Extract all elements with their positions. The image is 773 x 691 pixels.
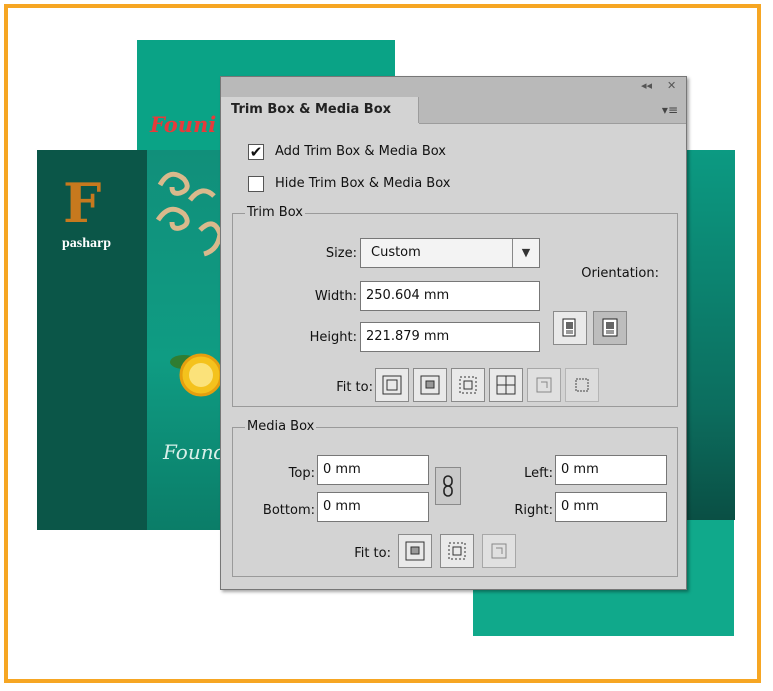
landscape-icon bbox=[602, 318, 618, 337]
orientation-label: Orientation: bbox=[581, 266, 659, 281]
fit-shape-icon bbox=[491, 543, 507, 559]
fit-shape-icon bbox=[536, 377, 552, 393]
panel-titlebar[interactable]: ◂◂ ✕ bbox=[221, 77, 686, 97]
link-values-button[interactable] bbox=[435, 467, 461, 505]
right-label: Right: bbox=[514, 503, 553, 518]
left-label: Left: bbox=[524, 466, 553, 481]
fit-to-crop-button[interactable] bbox=[565, 368, 599, 402]
trim-fit-to-label: Fit to: bbox=[336, 380, 373, 395]
trim-box-legend: Trim Box bbox=[245, 205, 305, 220]
width-input[interactable]: 250.604 mm bbox=[360, 281, 540, 311]
fit-selection-icon bbox=[459, 376, 477, 394]
fit-to-bleed-button[interactable] bbox=[489, 368, 523, 402]
width-label: Width: bbox=[314, 289, 357, 304]
media-fit-to-shape-button[interactable] bbox=[482, 534, 516, 568]
portrait-icon bbox=[562, 318, 576, 337]
add-trim-media-box-label: Add Trim Box & Media Box bbox=[275, 144, 446, 159]
height-label: Height: bbox=[309, 330, 357, 345]
left-input[interactable]: 0 mm bbox=[555, 455, 667, 485]
brand-logo-letter: F bbox=[63, 171, 102, 235]
fit-selection-icon bbox=[448, 542, 466, 560]
fit-artwork-icon bbox=[405, 541, 425, 561]
script-text-middle: Found bbox=[163, 440, 227, 464]
media-fit-to-label: Fit to: bbox=[354, 546, 391, 561]
top-input[interactable]: 0 mm bbox=[317, 455, 429, 485]
close-icon[interactable]: ✕ bbox=[667, 79, 676, 92]
media-fit-to-artwork-button[interactable] bbox=[398, 534, 432, 568]
bottom-label: Bottom: bbox=[262, 503, 315, 518]
size-select[interactable]: Custom ▼ bbox=[360, 238, 540, 268]
fit-page-icon bbox=[382, 375, 402, 395]
right-input[interactable]: 0 mm bbox=[555, 492, 667, 522]
add-trim-media-box-checkbox[interactable]: ✔ bbox=[248, 144, 264, 160]
panel-menu-icon[interactable]: ▾≡ bbox=[662, 103, 678, 117]
fit-to-shape-button[interactable] bbox=[527, 368, 561, 402]
tab-strip bbox=[419, 97, 686, 124]
media-fit-to-selection-button[interactable] bbox=[440, 534, 474, 568]
portrait-orientation-button[interactable] bbox=[553, 311, 587, 345]
crop-icon bbox=[575, 378, 589, 392]
trim-media-box-panel: ◂◂ ✕ Trim Box & Media Box ▾≡ ✔ Add Trim … bbox=[220, 76, 687, 590]
size-label: Size: bbox=[325, 246, 357, 261]
lemon-illustration bbox=[170, 353, 223, 397]
fit-to-artwork-button[interactable] bbox=[413, 368, 447, 402]
artwork-right-panel bbox=[680, 150, 735, 520]
landscape-orientation-button[interactable] bbox=[593, 311, 627, 345]
height-input[interactable]: 221.879 mm bbox=[360, 322, 540, 352]
fit-to-selection-button[interactable] bbox=[451, 368, 485, 402]
fit-artwork-icon bbox=[420, 375, 440, 395]
swirl-ornament bbox=[155, 171, 220, 257]
top-label: Top: bbox=[288, 466, 315, 481]
hide-trim-media-box-checkbox[interactable] bbox=[248, 176, 264, 192]
hide-trim-media-box-label: Hide Trim Box & Media Box bbox=[275, 176, 451, 191]
script-text-top: Founi bbox=[150, 112, 217, 137]
chain-link-icon bbox=[443, 475, 453, 497]
trim-box-group: Trim Box Size: Custom ▼ Width: 250.604 m… bbox=[232, 205, 678, 407]
collapse-icon[interactable]: ◂◂ bbox=[641, 79, 652, 92]
bottom-input[interactable]: 0 mm bbox=[317, 492, 429, 522]
size-select-value: Custom bbox=[371, 245, 421, 260]
tab-trim-media-box[interactable]: Trim Box & Media Box bbox=[221, 97, 419, 123]
media-box-legend: Media Box bbox=[245, 419, 317, 434]
brand-name: pasharp bbox=[62, 236, 112, 251]
media-box-group: Media Box Top: 0 mm Bottom: 0 mm Left: 0… bbox=[232, 419, 678, 577]
fit-bleed-icon bbox=[496, 375, 516, 395]
fit-to-page-button[interactable] bbox=[375, 368, 409, 402]
chevron-down-icon[interactable]: ▼ bbox=[512, 239, 539, 267]
